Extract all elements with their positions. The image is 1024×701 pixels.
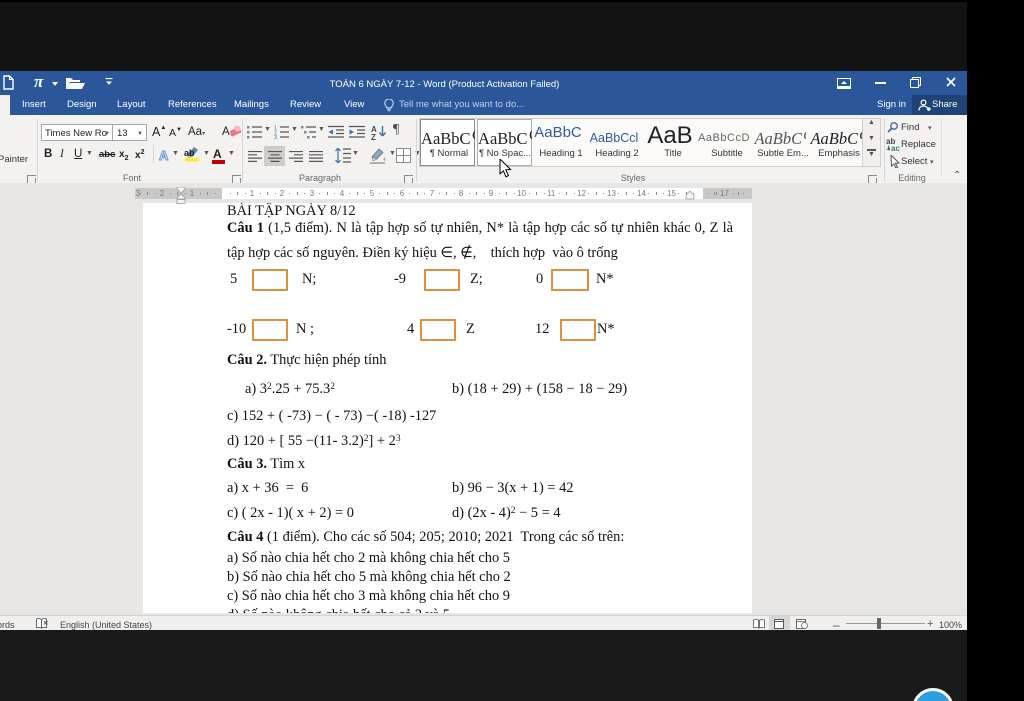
svg-text:3: 3 [274, 135, 277, 139]
svg-text:ac: ac [891, 144, 900, 151]
svg-text:Z: Z [371, 133, 376, 140]
svg-text:A: A [159, 148, 169, 163]
svg-text:ab: ab [184, 148, 195, 158]
